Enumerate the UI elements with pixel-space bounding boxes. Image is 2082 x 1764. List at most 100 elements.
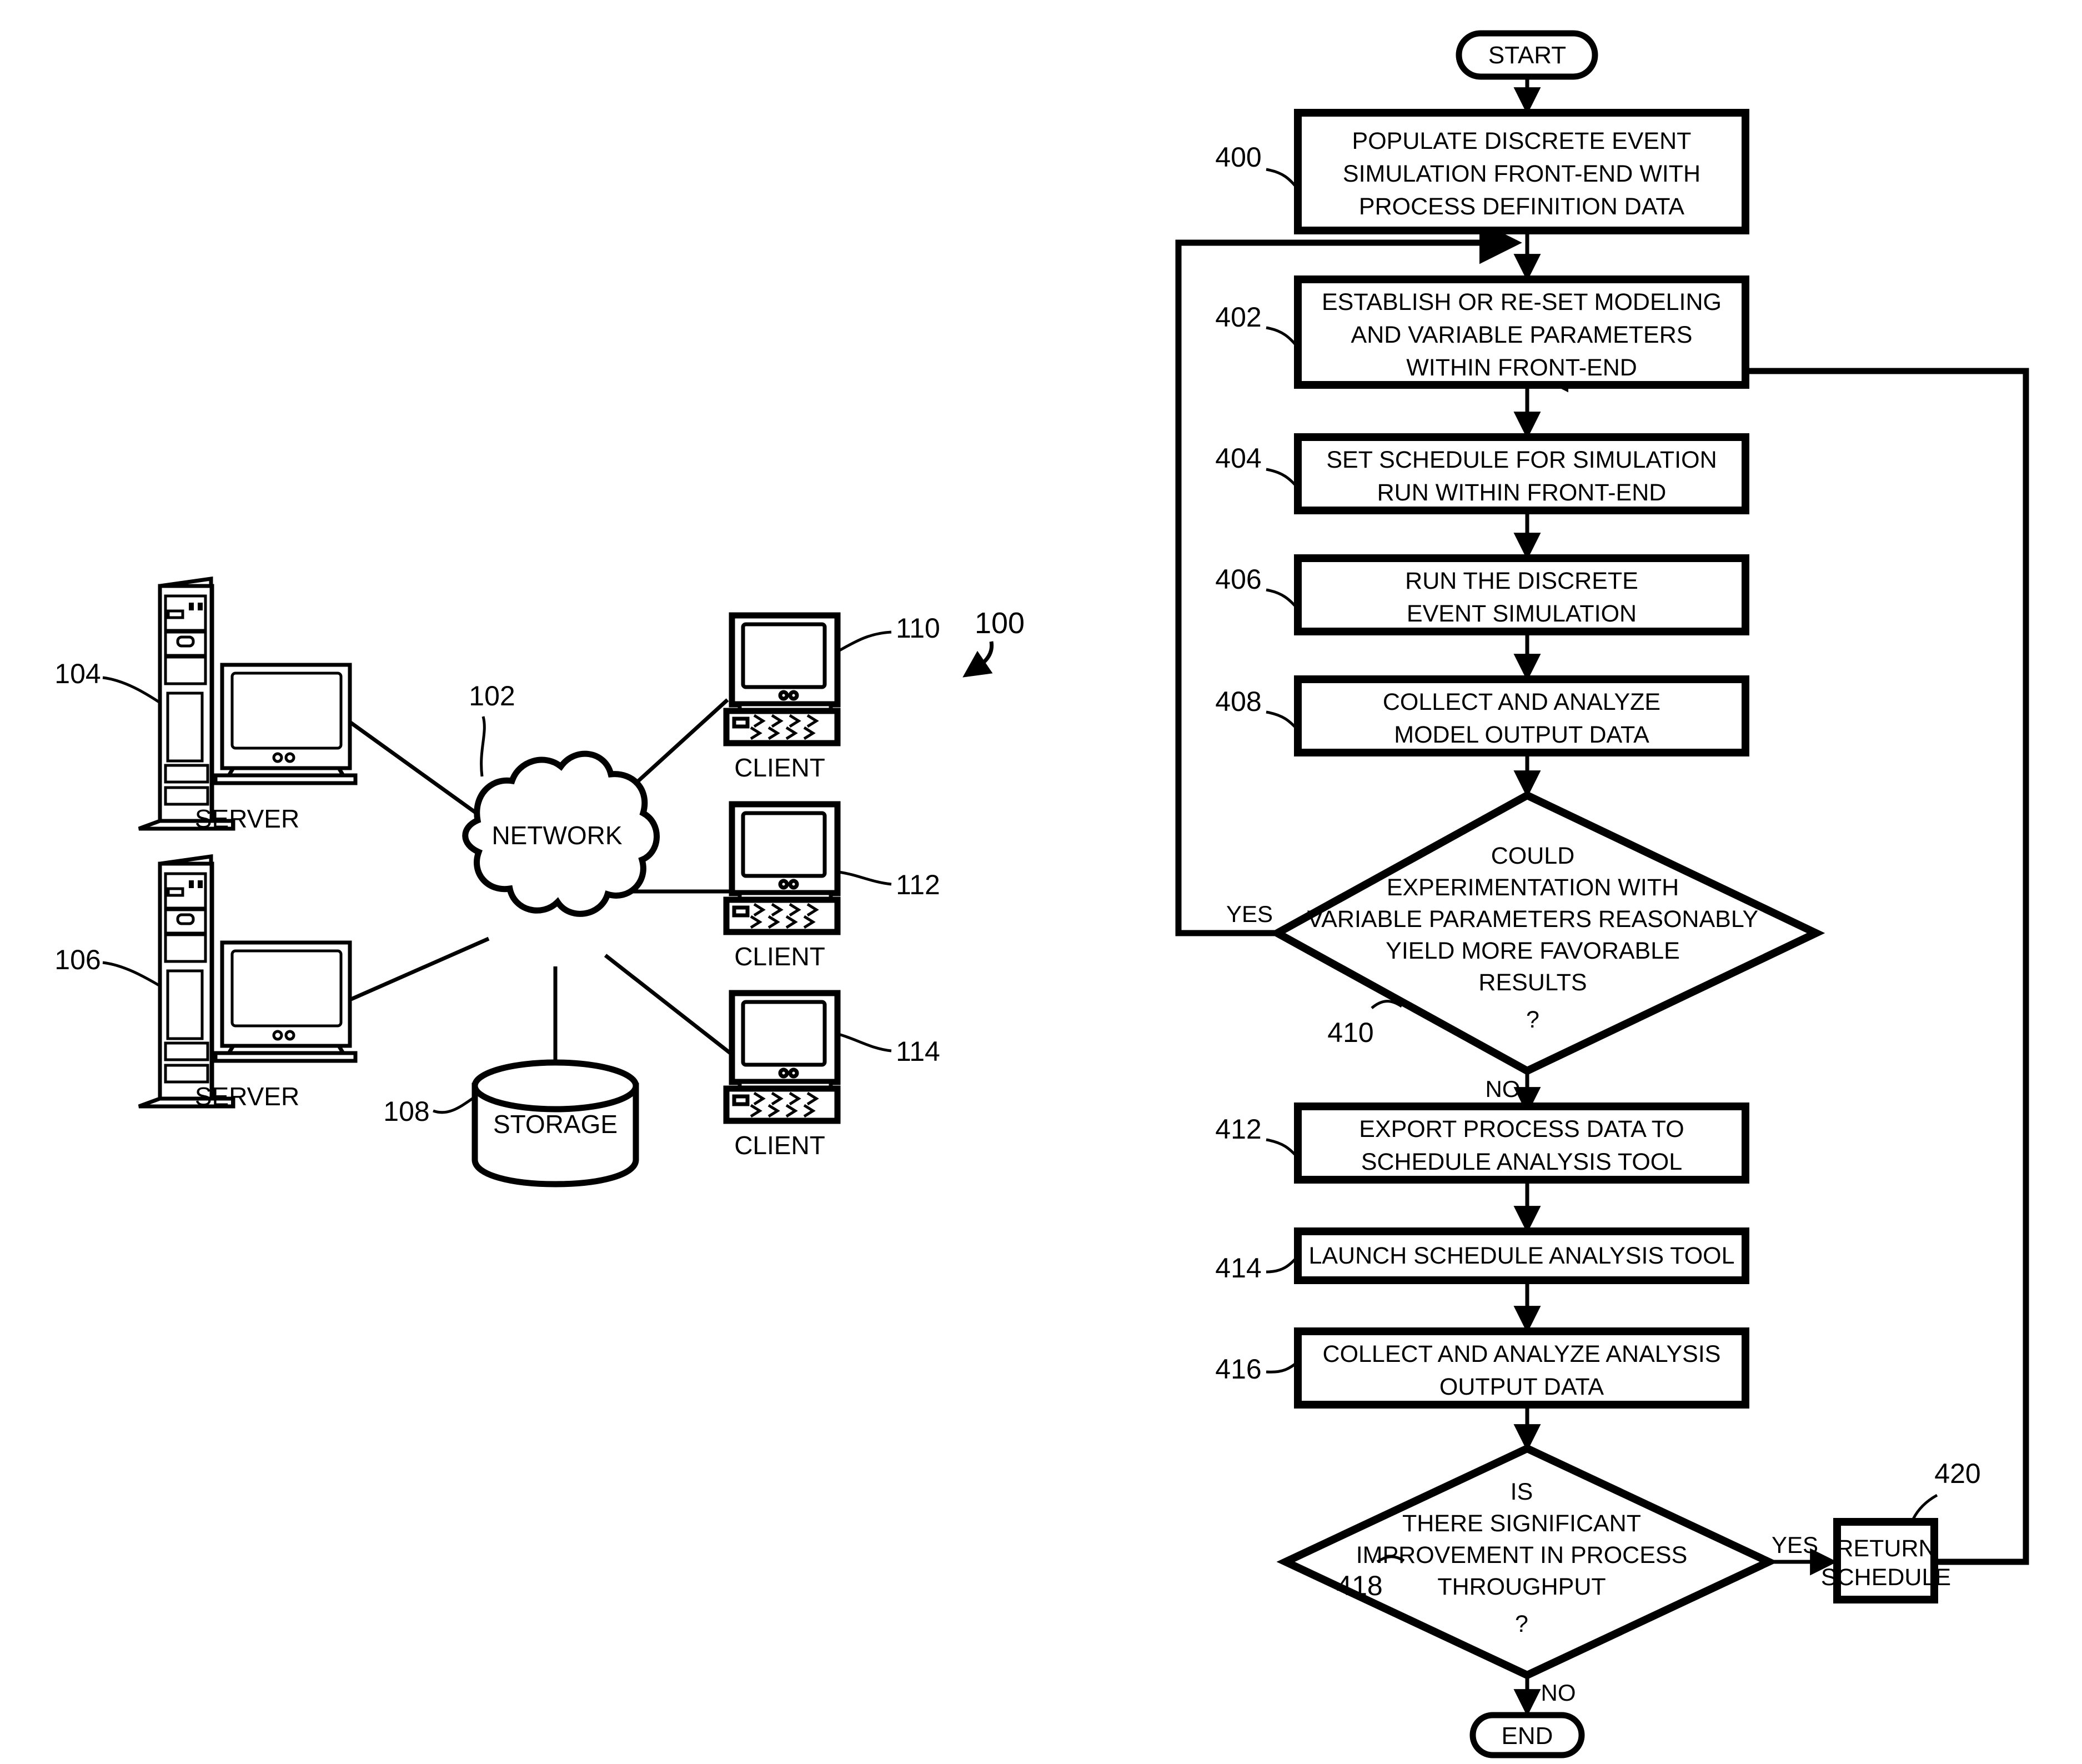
server-106-monitor-knob-2 bbox=[284, 1030, 295, 1041]
server-104-bay-3 bbox=[164, 655, 207, 685]
decision-418-line-5: ? bbox=[1515, 1611, 1528, 1637]
network-ref: 102 bbox=[469, 680, 515, 711]
client-112-knob-1 bbox=[778, 879, 789, 890]
server-106-ref: 106 bbox=[54, 944, 101, 975]
server-106-knob bbox=[176, 913, 195, 925]
server-106-label: SERVER bbox=[195, 1082, 299, 1111]
server-104-monitor-knob-2 bbox=[284, 752, 295, 763]
end-label: END bbox=[1502, 1722, 1553, 1750]
client-112-screen bbox=[741, 811, 827, 878]
step-416-ref: 416 bbox=[1215, 1354, 1261, 1385]
server-104-vent-1 bbox=[164, 764, 209, 784]
storage-label: STORAGE bbox=[493, 1110, 618, 1139]
decision-410-line-4: YIELD MORE FAVORABLE bbox=[1386, 938, 1680, 964]
step-406: RUN THE DISCRETE EVENT SIMULATION 406 bbox=[1215, 554, 1749, 635]
start-label: START bbox=[1488, 42, 1566, 69]
server-106-led-1 bbox=[189, 880, 194, 888]
decision-418-line-1: IS bbox=[1511, 1479, 1533, 1505]
server-104-panel bbox=[166, 691, 204, 763]
decision-410-line-5: RESULTS bbox=[1478, 969, 1587, 996]
step-400: POPULATE DISCRETE EVENT SIMULATION FRONT… bbox=[1215, 109, 1749, 234]
decision-410-line-3: VARIABLE PARAMETERS REASONABLY bbox=[1307, 906, 1758, 933]
step-402: ESTABLISH OR RE-SET MODELING AND VARIABL… bbox=[1215, 275, 1749, 389]
step-402-line-2: AND VARIABLE PARAMETERS bbox=[1351, 322, 1693, 348]
server-106-monitor-screen bbox=[230, 949, 343, 1028]
client-110-ref: 110 bbox=[896, 613, 940, 644]
step-408-line-1: COLLECT AND ANALYZE bbox=[1383, 689, 1660, 715]
client-114-keyboard-indicator bbox=[732, 1094, 750, 1106]
decision-410-ref: 410 bbox=[1327, 1017, 1373, 1048]
step-400-line-3: PROCESS DEFINITION DATA bbox=[1359, 193, 1684, 220]
decision-410-yes-label: YES bbox=[1226, 901, 1273, 927]
decision-418-line-3: IMPROVEMENT IN PROCESS bbox=[1356, 1542, 1688, 1568]
decision-410-line-6: ? bbox=[1526, 1006, 1539, 1033]
server-106-monitor-knob-1 bbox=[272, 1030, 283, 1041]
step-400-line-1: POPULATE DISCRETE EVENT bbox=[1352, 128, 1692, 154]
step-420-ref: 420 bbox=[1934, 1458, 1980, 1489]
step-420-line-1: RETURN bbox=[1836, 1535, 1935, 1562]
step-402-line-3: WITHIN FRONT-END bbox=[1406, 354, 1637, 381]
client-114-screen bbox=[741, 1000, 827, 1067]
server-104-monitor-screen bbox=[230, 671, 343, 750]
storage-ref: 108 bbox=[383, 1096, 429, 1127]
server-106-monitor-stand bbox=[213, 1051, 358, 1063]
step-412-line-1: EXPORT PROCESS DATA TO bbox=[1359, 1116, 1684, 1142]
step-406-ref: 406 bbox=[1215, 564, 1261, 595]
step-406-line-2: EVENT SIMULATION bbox=[1407, 600, 1637, 627]
step-420-line-2: SCHEDULE bbox=[1821, 1564, 1951, 1591]
step-408: COLLECT AND ANALYZE MODEL OUTPUT DATA 40… bbox=[1215, 675, 1749, 756]
client-112-ref: 112 bbox=[896, 869, 940, 900]
server-104-slot-1 bbox=[167, 609, 184, 619]
server-106-bay-3 bbox=[164, 933, 207, 963]
client-112-label: CLIENT bbox=[734, 942, 825, 971]
client-114-ref: 114 bbox=[896, 1036, 940, 1067]
decision-410-line-2: EXPERIMENTATION WITH bbox=[1387, 874, 1679, 901]
step-412: EXPORT PROCESS DATA TO SCHEDULE ANALYSIS… bbox=[1215, 1102, 1749, 1184]
server-106-led-2 bbox=[198, 880, 203, 888]
client-114-knob-1 bbox=[778, 1068, 789, 1079]
step-404-line-1: SET SCHEDULE FOR SIMULATION bbox=[1326, 447, 1717, 473]
client-112-knob-2 bbox=[788, 879, 799, 890]
canvas-background bbox=[0, 0, 2082, 1764]
decision-410-line-1: COULD bbox=[1491, 843, 1575, 869]
step-416-line-1: COLLECT AND ANALYZE ANALYSIS bbox=[1323, 1341, 1721, 1367]
server-104-monitor-stand bbox=[213, 773, 358, 785]
decision-418-ref: 418 bbox=[1336, 1570, 1382, 1601]
decision-418-no-label: NO bbox=[1541, 1680, 1576, 1706]
storage-cylinder-top bbox=[471, 1059, 639, 1112]
step-408-ref: 408 bbox=[1215, 686, 1261, 717]
step-408-line-2: MODEL OUTPUT DATA bbox=[1394, 721, 1649, 748]
server-104-ref: 104 bbox=[54, 658, 101, 689]
step-404-line-2: RUN WITHIN FRONT-END bbox=[1377, 479, 1667, 506]
server-106-panel bbox=[166, 969, 204, 1040]
decision-418-line-2: THERE SIGNIFICANT bbox=[1402, 1510, 1641, 1537]
system-ref-100: 100 bbox=[975, 607, 1025, 640]
server-104-led-2 bbox=[198, 603, 203, 610]
step-416: COLLECT AND ANALYZE ANALYSIS OUTPUT DATA… bbox=[1215, 1327, 1749, 1409]
step-414-line-1: LAUNCH SCHEDULE ANALYSIS TOOL bbox=[1308, 1242, 1734, 1269]
server-104-monitor-knob-1 bbox=[272, 752, 283, 763]
client-114-knob-2 bbox=[788, 1068, 799, 1079]
client-110-knob-2 bbox=[788, 690, 799, 701]
end-terminator: END bbox=[1469, 1712, 1585, 1758]
step-402-line-1: ESTABLISH OR RE-SET MODELING bbox=[1322, 289, 1722, 315]
server-104-led-1 bbox=[189, 603, 194, 610]
step-414-ref: 414 bbox=[1215, 1252, 1261, 1284]
step-406-line-1: RUN THE DISCRETE bbox=[1405, 568, 1638, 594]
server-106-vent-2 bbox=[164, 1064, 209, 1084]
step-404-ref: 404 bbox=[1215, 443, 1261, 474]
step-414: LAUNCH SCHEDULE ANALYSIS TOOL 414 bbox=[1215, 1227, 1749, 1284]
client-110-knob-1 bbox=[778, 690, 789, 701]
decision-418-line-4: THROUGHPUT bbox=[1437, 1573, 1606, 1600]
server-106-slot-1 bbox=[167, 887, 184, 897]
server-104-label: SERVER bbox=[195, 804, 299, 833]
figure-page: SERVER 104 SERVER 106 NETWORK 102 STORAG… bbox=[0, 0, 2082, 1764]
step-400-ref: 400 bbox=[1215, 142, 1261, 173]
step-402-ref: 402 bbox=[1215, 302, 1261, 333]
client-110-screen bbox=[741, 622, 827, 689]
step-404: SET SCHEDULE FOR SIMULATION RUN WITHIN F… bbox=[1215, 433, 1749, 514]
server-106-vent-1 bbox=[164, 1041, 209, 1061]
step-412-line-2: SCHEDULE ANALYSIS TOOL bbox=[1361, 1149, 1682, 1175]
patent-figure-svg: SERVER 104 SERVER 106 NETWORK 102 STORAG… bbox=[0, 0, 2082, 1764]
network-label: NETWORK bbox=[491, 821, 622, 850]
